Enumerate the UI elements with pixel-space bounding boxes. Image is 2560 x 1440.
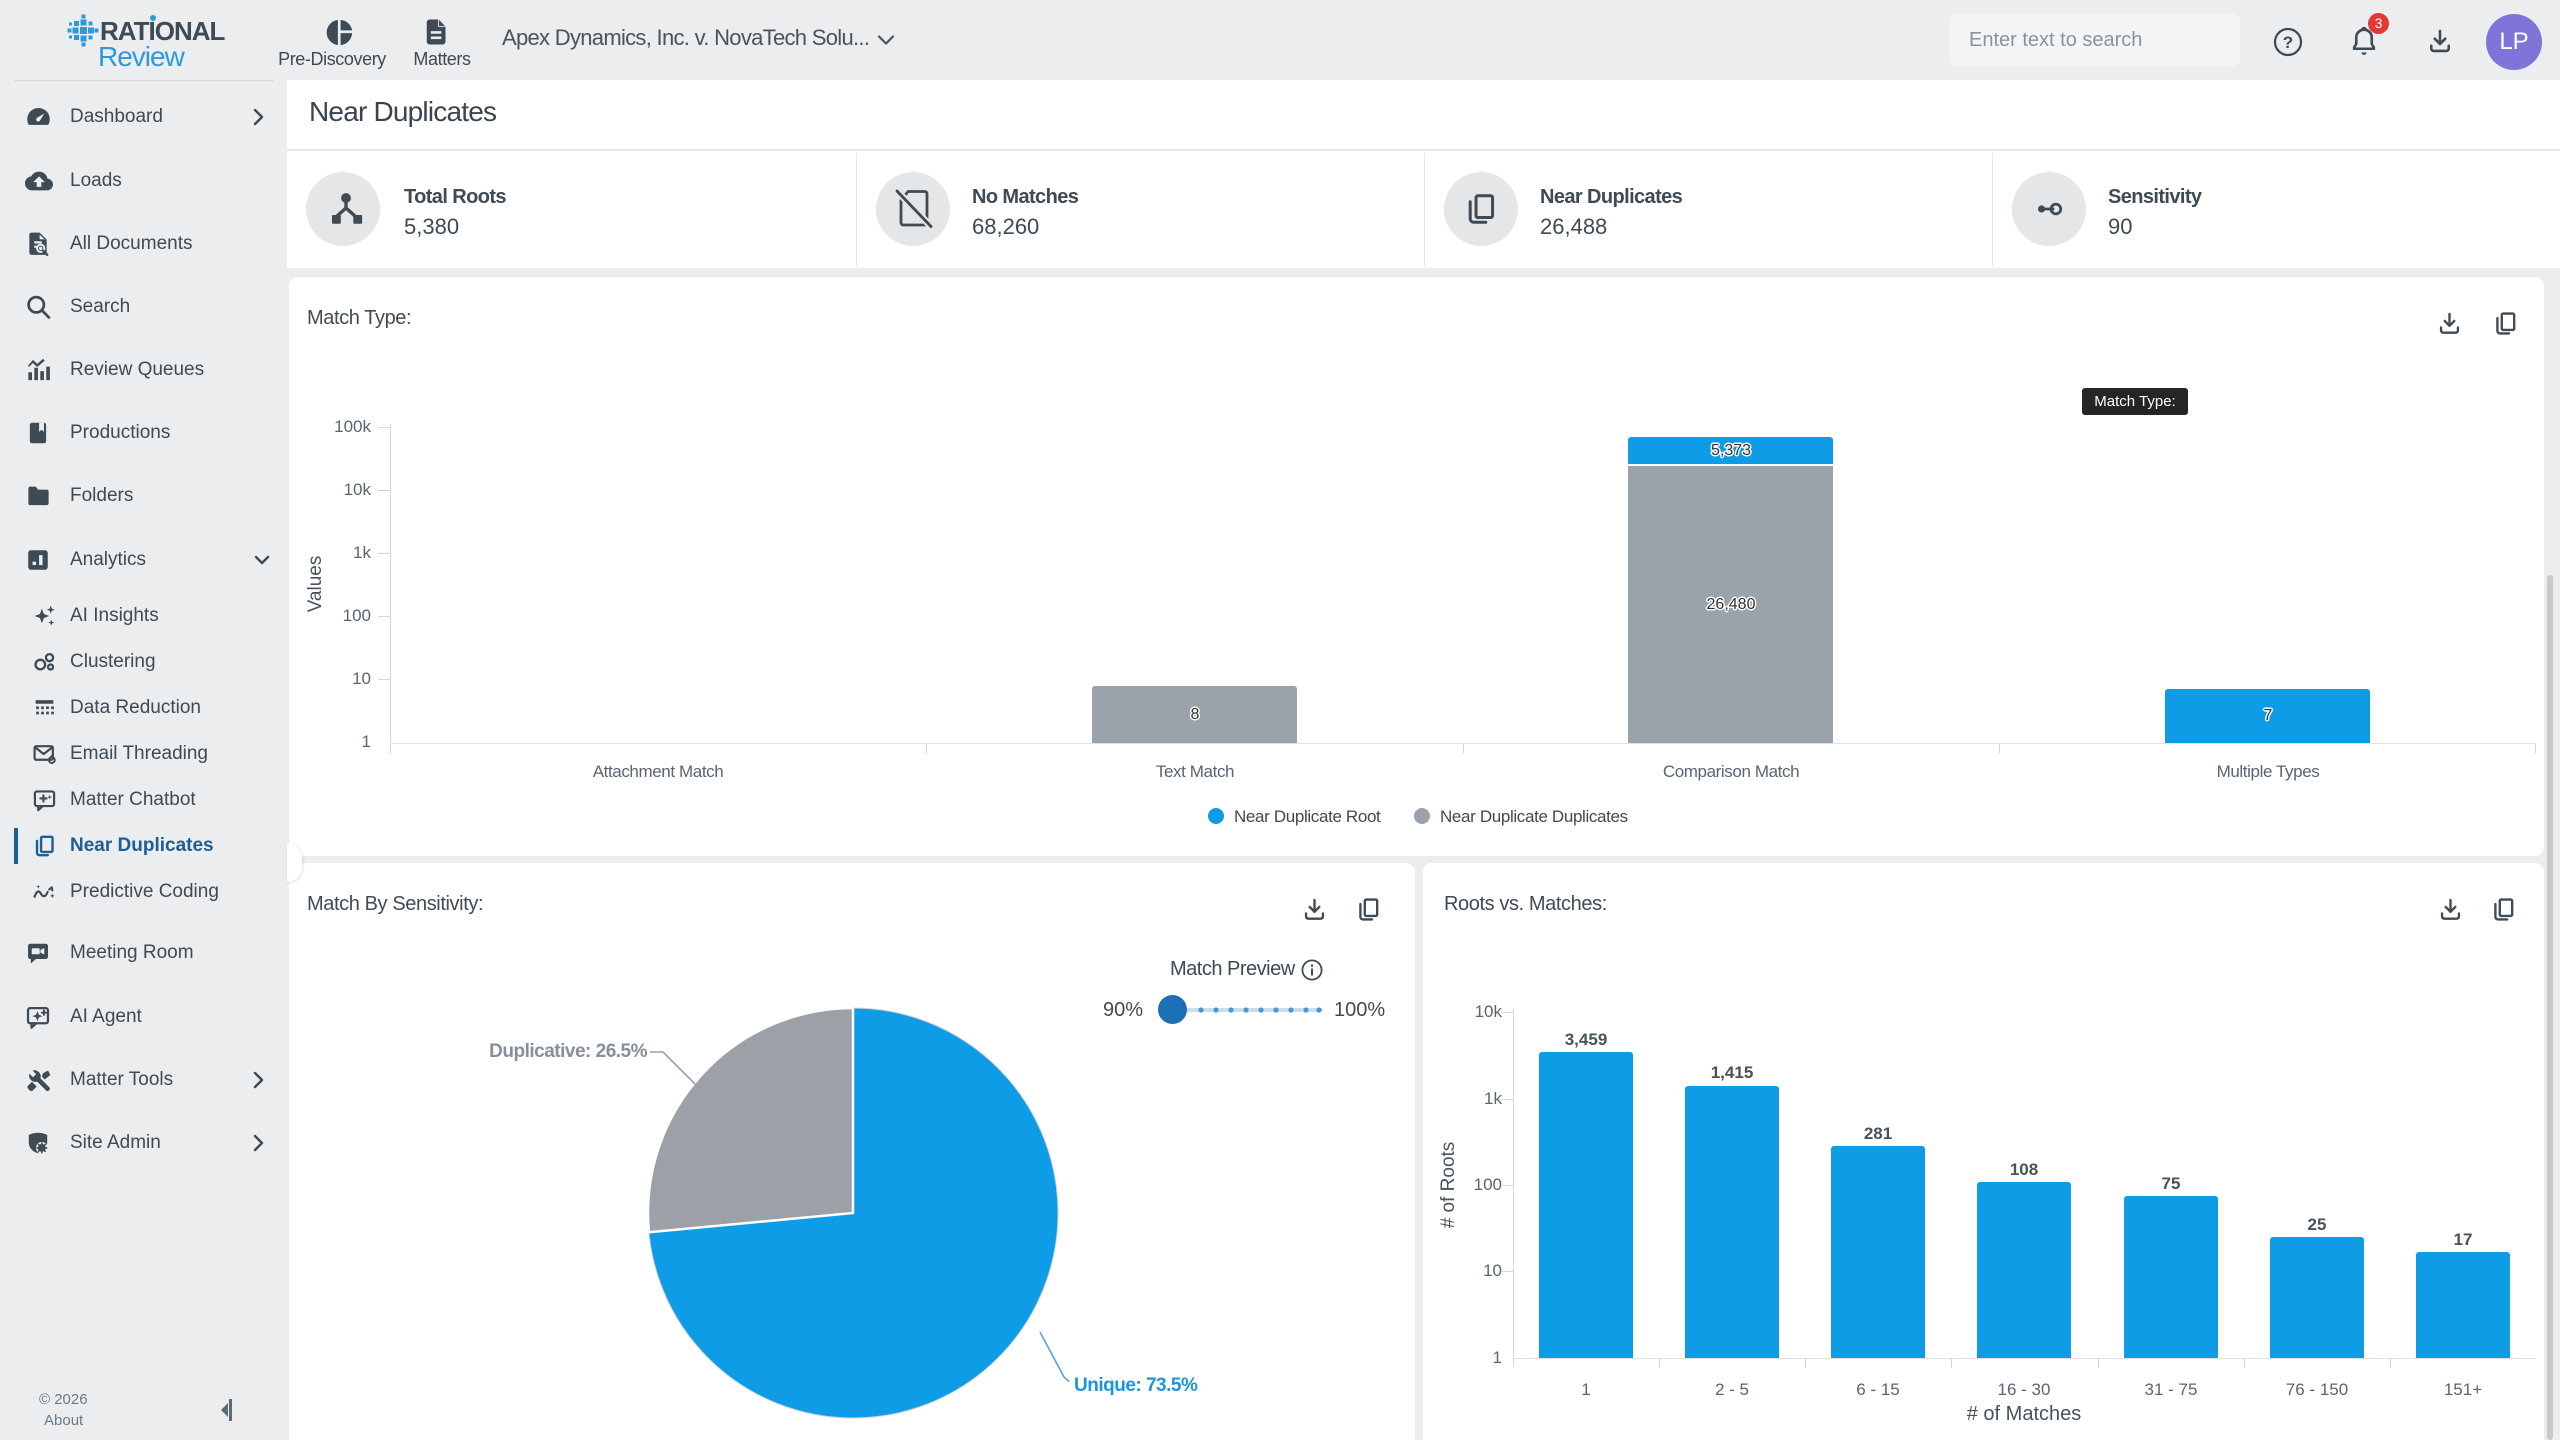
svg-text:?: ? (2283, 33, 2293, 52)
